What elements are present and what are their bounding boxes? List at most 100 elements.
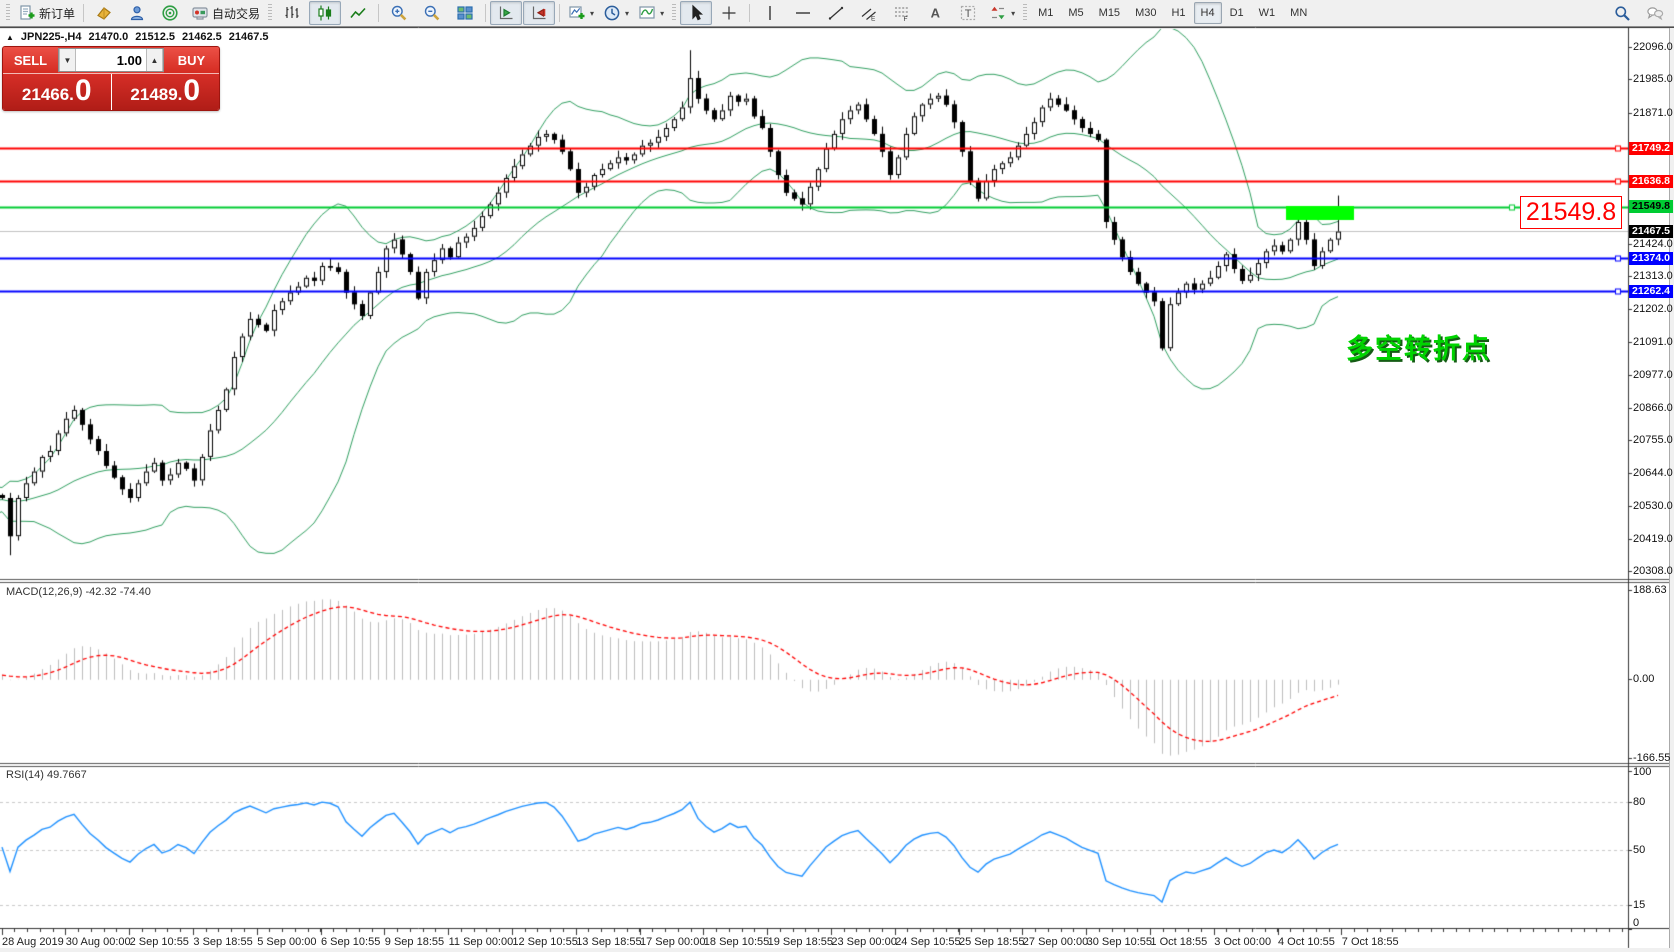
- price-axis[interactable]: [1628, 28, 1670, 948]
- zoom-out-button[interactable]: [416, 1, 448, 25]
- timeframe-h4-button[interactable]: H4: [1194, 2, 1222, 24]
- label-button[interactable]: T: [952, 1, 984, 25]
- toolbar-separator: [559, 4, 560, 22]
- channel-button[interactable]: E: [853, 1, 885, 25]
- periods-button[interactable]: ▾: [599, 1, 633, 25]
- bar-chart-icon: [283, 4, 301, 22]
- sell-price[interactable]: 21466. 0: [3, 74, 111, 110]
- zoom-in-button[interactable]: [383, 1, 415, 25]
- line-chart-icon: [349, 4, 367, 22]
- text-button[interactable]: A: [919, 1, 951, 25]
- chat-button[interactable]: [1639, 1, 1671, 25]
- arrows-icon: [989, 4, 1007, 22]
- price-tick-label: 20866.0: [1633, 402, 1673, 414]
- buy-price[interactable]: 21489. 0: [112, 74, 220, 110]
- tile-windows-icon: [456, 4, 474, 22]
- gold-profile-icon: [95, 4, 113, 22]
- volume-decrease-button[interactable]: ▼: [59, 49, 76, 71]
- rsi-tick-label: 80: [1633, 796, 1645, 808]
- timeframe-d1-button[interactable]: D1: [1223, 2, 1251, 24]
- date-label: 17 Sep 00:00: [640, 936, 705, 948]
- ohlc-high: 21512.5: [135, 31, 175, 43]
- chart-annotation[interactable]: 多空转折点: [1346, 327, 1491, 366]
- bar-chart-button[interactable]: [276, 1, 308, 25]
- indicators-icon: [568, 4, 586, 22]
- crosshair-icon: [720, 4, 738, 22]
- auto-trading-button[interactable]: 自动交易: [187, 1, 264, 25]
- vertical-line-button[interactable]: [754, 1, 786, 25]
- window-right-edge: [1669, 28, 1674, 952]
- sell-price-pips: 0: [75, 76, 92, 106]
- chart-shift-button[interactable]: [523, 1, 555, 25]
- price-line-tag: 21549.8: [1629, 200, 1673, 213]
- chevron-down-icon: ▾: [625, 9, 629, 18]
- fibonacci-button[interactable]: F: [886, 1, 918, 25]
- templates-icon: [638, 4, 656, 22]
- date-label: 6 Sep 10:55: [321, 936, 380, 948]
- chevron-down-icon: ▾: [660, 9, 664, 18]
- volume-increase-button[interactable]: ▲: [146, 49, 163, 71]
- chart-profile-button[interactable]: [88, 1, 120, 25]
- svg-text:F: F: [904, 16, 908, 22]
- svg-text:T: T: [965, 8, 972, 20]
- radar-icon: [161, 4, 179, 22]
- date-label: 12 Sep 10:55: [512, 936, 577, 948]
- candlestick-button[interactable]: [309, 1, 341, 25]
- timeframe-m5-button[interactable]: M5: [1061, 2, 1090, 24]
- price-line-tag: 21262.4: [1629, 285, 1673, 298]
- macd-label: MACD(12,26,9) -42.32 -74.40: [6, 586, 151, 598]
- chevron-down-icon: ▾: [590, 9, 594, 18]
- tile-windows-button[interactable]: [449, 1, 481, 25]
- trendline-button[interactable]: [820, 1, 852, 25]
- chevron-up-icon[interactable]: ▲: [6, 33, 14, 42]
- chart-canvas[interactable]: [0, 0, 1674, 952]
- volume-input[interactable]: [76, 49, 146, 71]
- timeframe-mn-button[interactable]: MN: [1283, 2, 1314, 24]
- market-watch-button[interactable]: [121, 1, 153, 25]
- toolbar-grip[interactable]: [672, 4, 676, 22]
- auto-scroll-button[interactable]: [490, 1, 522, 25]
- buy-button[interactable]: BUY: [164, 47, 219, 73]
- date-label: 7 Oct 18:55: [1342, 936, 1399, 948]
- price-callout[interactable]: 21549.8: [1520, 196, 1622, 229]
- svg-text:A: A: [931, 6, 941, 21]
- price-tick-label: 21424.0: [1633, 238, 1673, 250]
- toolbar-grip[interactable]: [1023, 4, 1027, 22]
- arrows-button[interactable]: ▾: [985, 1, 1019, 25]
- date-label: 2 Sep 10:55: [130, 936, 189, 948]
- timeframe-h1-button[interactable]: H1: [1164, 2, 1192, 24]
- toolbar-separator: [749, 4, 750, 22]
- date-label: 3 Sep 18:55: [193, 936, 252, 948]
- indicators-button[interactable]: ▾: [564, 1, 598, 25]
- macd-tick-label: -166.55: [1633, 752, 1670, 764]
- horizontal-line-button[interactable]: [787, 1, 819, 25]
- new-order-button[interactable]: 新订单: [14, 1, 79, 25]
- auto-scroll-icon: [497, 4, 515, 22]
- crosshair-button[interactable]: [713, 1, 745, 25]
- profile-icon: [128, 4, 146, 22]
- buy-price-main: 21489.: [130, 85, 182, 105]
- line-chart-button[interactable]: [342, 1, 374, 25]
- timeframe-m15-button[interactable]: M15: [1092, 2, 1127, 24]
- sell-price-main: 21466.: [22, 85, 74, 105]
- date-label: 11 Sep 00:00: [449, 936, 514, 948]
- cursor-button[interactable]: [680, 1, 712, 25]
- fibonacci-icon: F: [893, 4, 911, 22]
- templates-button[interactable]: ▾: [634, 1, 668, 25]
- search-button[interactable]: [1606, 1, 1638, 25]
- rsi-tick-label: 50: [1633, 844, 1645, 856]
- toolbar-grip[interactable]: [268, 4, 272, 22]
- timeframe-w1-button[interactable]: W1: [1252, 2, 1283, 24]
- chevron-down-icon: ▾: [1011, 9, 1015, 18]
- new-order-icon: [18, 4, 36, 22]
- sell-button[interactable]: SELL: [3, 47, 58, 73]
- timeframe-m30-button[interactable]: M30: [1128, 2, 1163, 24]
- symbol-info: ▲ JPN225-,H4 21470.0 21512.5 21462.5 214…: [6, 31, 269, 43]
- toolbar-grip[interactable]: [6, 4, 10, 22]
- timeframe-m1-button[interactable]: M1: [1031, 2, 1060, 24]
- price-tick-label: 22096.0: [1633, 41, 1673, 53]
- one-click-trading-panel: SELL ▼ ▲ BUY 21466. 0 21489. 0: [2, 46, 220, 111]
- channel-icon: E: [860, 4, 878, 22]
- price-tick-label: 20755.0: [1633, 434, 1673, 446]
- navigator-button[interactable]: [154, 1, 186, 25]
